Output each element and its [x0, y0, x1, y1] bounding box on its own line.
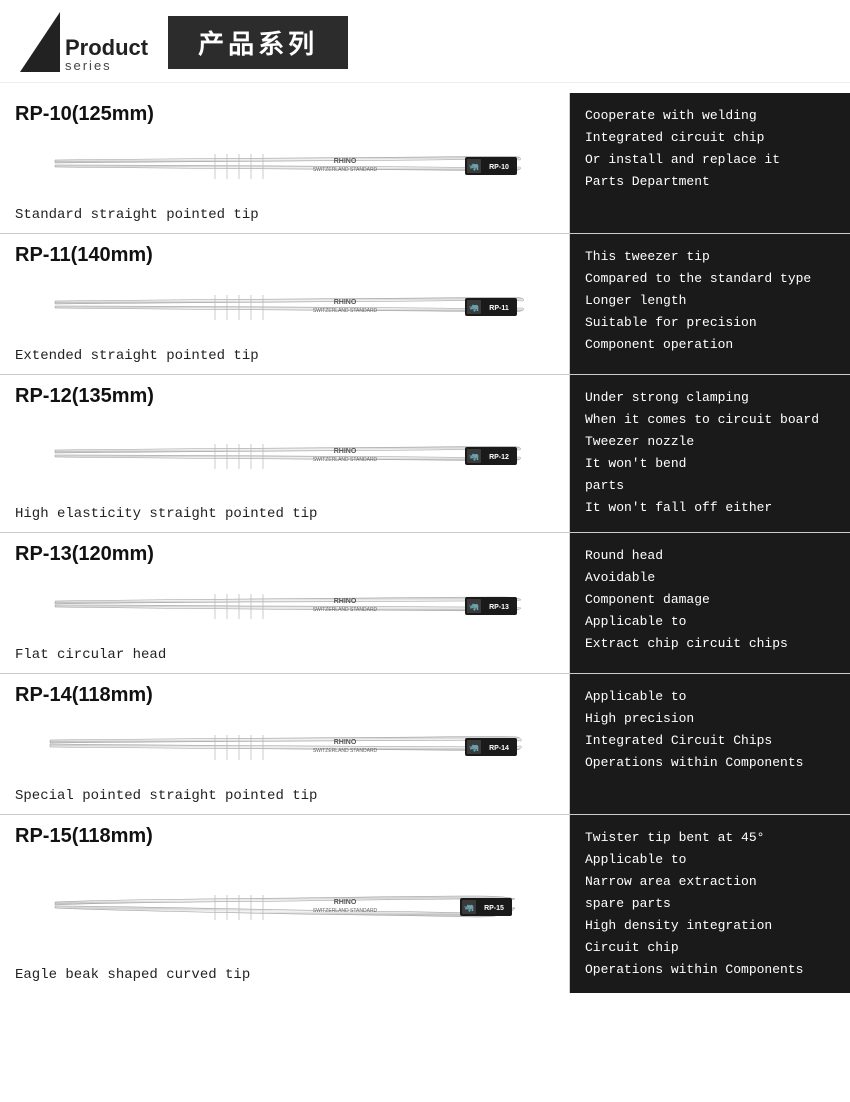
- svg-text:RP-11: RP-11: [489, 305, 509, 312]
- svg-text:RP-14: RP-14: [489, 745, 509, 752]
- product-model-label: RP-14(118mm): [15, 684, 554, 707]
- product-model-label: RP-12(135mm): [15, 385, 554, 408]
- product-row-rp-12: RP-12(135mm) RHINO SWITZERLAND STANDARD 🦏 RP…: [0, 375, 850, 533]
- svg-text:🦏: 🦏: [469, 304, 479, 313]
- svg-text:🦏: 🦏: [464, 904, 474, 913]
- product-image-area: RHINO SWITZERLAND STANDARD 🦏 RP-11: [15, 272, 554, 343]
- product-image-area: RHINO SWITZERLAND STANDARD 🦏 RP-12: [15, 413, 554, 501]
- product-left-panel: RP-10(125mm) RHINO SWITZERLAND STANDARD 🦏 RP…: [0, 93, 570, 233]
- product-bold-label: Product: [65, 37, 148, 59]
- svg-text:SWITZERLAND STANDARD: SWITZERLAND STANDARD: [312, 748, 377, 754]
- product-description: Applicable to High precision Integrated …: [585, 686, 803, 774]
- product-row-rp-15: RP-15(118mm) RHINO SWITZERLAND STANDARD 🦏 RP…: [0, 815, 850, 994]
- svg-text:🦏: 🦏: [469, 603, 479, 612]
- product-description: Cooperate with welding Integrated circui…: [585, 105, 780, 193]
- product-model-label: RP-10(125mm): [15, 103, 554, 126]
- product-left-panel: RP-11(140mm) RHINO SWITZERLAND STANDARD 🦏 RP…: [0, 234, 570, 374]
- product-right-panel: Round head Avoidable Component damage Ap…: [570, 533, 850, 673]
- product-left-panel: RP-12(135mm) RHINO SWITZERLAND STANDARD 🦏 RP…: [0, 375, 570, 532]
- diagonal-decoration: [20, 12, 60, 72]
- svg-text:RP-13: RP-13: [489, 604, 509, 611]
- product-image-area: RHINO SWITZERLAND STANDARD 🦏 RP-15: [15, 853, 554, 963]
- product-description: Round head Avoidable Component damage Ap…: [585, 545, 788, 655]
- header-left: Product series: [20, 12, 148, 72]
- svg-text:RHINO: RHINO: [333, 739, 356, 746]
- product-text-block: Product series: [65, 37, 148, 72]
- product-left-panel: RP-14(118mm) RHINO SWITZERLAND STANDARD 🦏 RP…: [0, 674, 570, 814]
- product-caption: High elasticity straight pointed tip: [15, 506, 554, 522]
- product-right-panel: Twister tip bent at 45° Applicable to Na…: [570, 815, 850, 994]
- svg-text:SWITZERLAND STANDARD: SWITZERLAND STANDARD: [312, 167, 377, 173]
- svg-text:RHINO: RHINO: [333, 158, 356, 165]
- product-left-panel: RP-15(118mm) RHINO SWITZERLAND STANDARD 🦏 RP…: [0, 815, 570, 994]
- product-list: RP-10(125mm)RHINOSWITZERLAND STANDARD🦏RP…: [0, 83, 850, 993]
- product-right-panel: Applicable to High precision Integrated …: [570, 674, 850, 814]
- svg-text:RP-15: RP-15: [484, 905, 504, 912]
- svg-text:RP-10: RP-10: [489, 164, 509, 171]
- svg-text:SWITZERLAND STANDARD: SWITZERLAND STANDARD: [312, 908, 377, 914]
- svg-text:RHINO: RHINO: [333, 448, 356, 455]
- product-row-rp-13: RP-13(120mm) RHINO SWITZERLAND STANDARD 🦏 RP…: [0, 533, 850, 674]
- product-model-label: RP-15(118mm): [15, 825, 554, 848]
- product-right-panel: Cooperate with welding Integrated circui…: [570, 93, 850, 233]
- product-right-panel: This tweezer tip Compared to the standar…: [570, 234, 850, 374]
- svg-text:RHINO: RHINO: [333, 899, 356, 906]
- product-left-panel: RP-13(120mm) RHINO SWITZERLAND STANDARD 🦏 RP…: [0, 533, 570, 673]
- svg-text:🦏: 🦏: [469, 453, 479, 462]
- svg-text:RHINO: RHINO: [333, 598, 356, 605]
- product-caption: Eagle beak shaped curved tip: [15, 967, 554, 983]
- product-description: Under strong clamping When it comes to c…: [585, 387, 819, 520]
- product-description: This tweezer tip Compared to the standar…: [585, 246, 811, 356]
- product-row-rp-10: RP-10(125mm) RHINO SWITZERLAND STANDARD 🦏 RP…: [0, 93, 850, 234]
- chinese-title-bg: 产品系列: [168, 16, 348, 69]
- product-caption: Standard straight pointed tip: [15, 207, 554, 223]
- product-small-label: series: [65, 59, 112, 72]
- product-description: Twister tip bent at 45° Applicable to Na…: [585, 827, 803, 982]
- product-caption: Flat circular head: [15, 647, 554, 663]
- product-caption: Special pointed straight pointed tip: [15, 788, 554, 804]
- product-model-label: RP-13(120mm): [15, 543, 554, 566]
- product-right-panel: Under strong clamping When it comes to c…: [570, 375, 850, 532]
- product-image-area: RHINO SWITZERLAND STANDARD 🦏 RP-14: [15, 712, 554, 783]
- product-model-label: RP-11(140mm): [15, 244, 554, 267]
- product-image-area: RHINO SWITZERLAND STANDARD 🦏 RP-13: [15, 571, 554, 642]
- svg-text:SWITZERLAND STANDARD: SWITZERLAND STANDARD: [312, 607, 377, 613]
- svg-text:RHINO: RHINO: [333, 299, 356, 306]
- svg-text:🦏: 🦏: [469, 163, 479, 172]
- svg-text:🦏: 🦏: [469, 744, 479, 753]
- chinese-title: 产品系列: [198, 24, 318, 61]
- svg-text:SWITZERLAND STANDARD: SWITZERLAND STANDARD: [312, 457, 377, 463]
- product-image-area: RHINO SWITZERLAND STANDARD 🦏 RP-10: [15, 131, 554, 202]
- product-caption: Extended straight pointed tip: [15, 348, 554, 364]
- page-header: Product series 产品系列: [0, 0, 850, 83]
- svg-text:RP-12: RP-12: [489, 454, 509, 461]
- product-row-rp-11: RP-11(140mm) RHINO SWITZERLAND STANDARD 🦏 RP…: [0, 234, 850, 375]
- product-row-rp-14: RP-14(118mm) RHINO SWITZERLAND STANDARD 🦏 RP…: [0, 674, 850, 815]
- svg-text:SWITZERLAND STANDARD: SWITZERLAND STANDARD: [312, 308, 377, 314]
